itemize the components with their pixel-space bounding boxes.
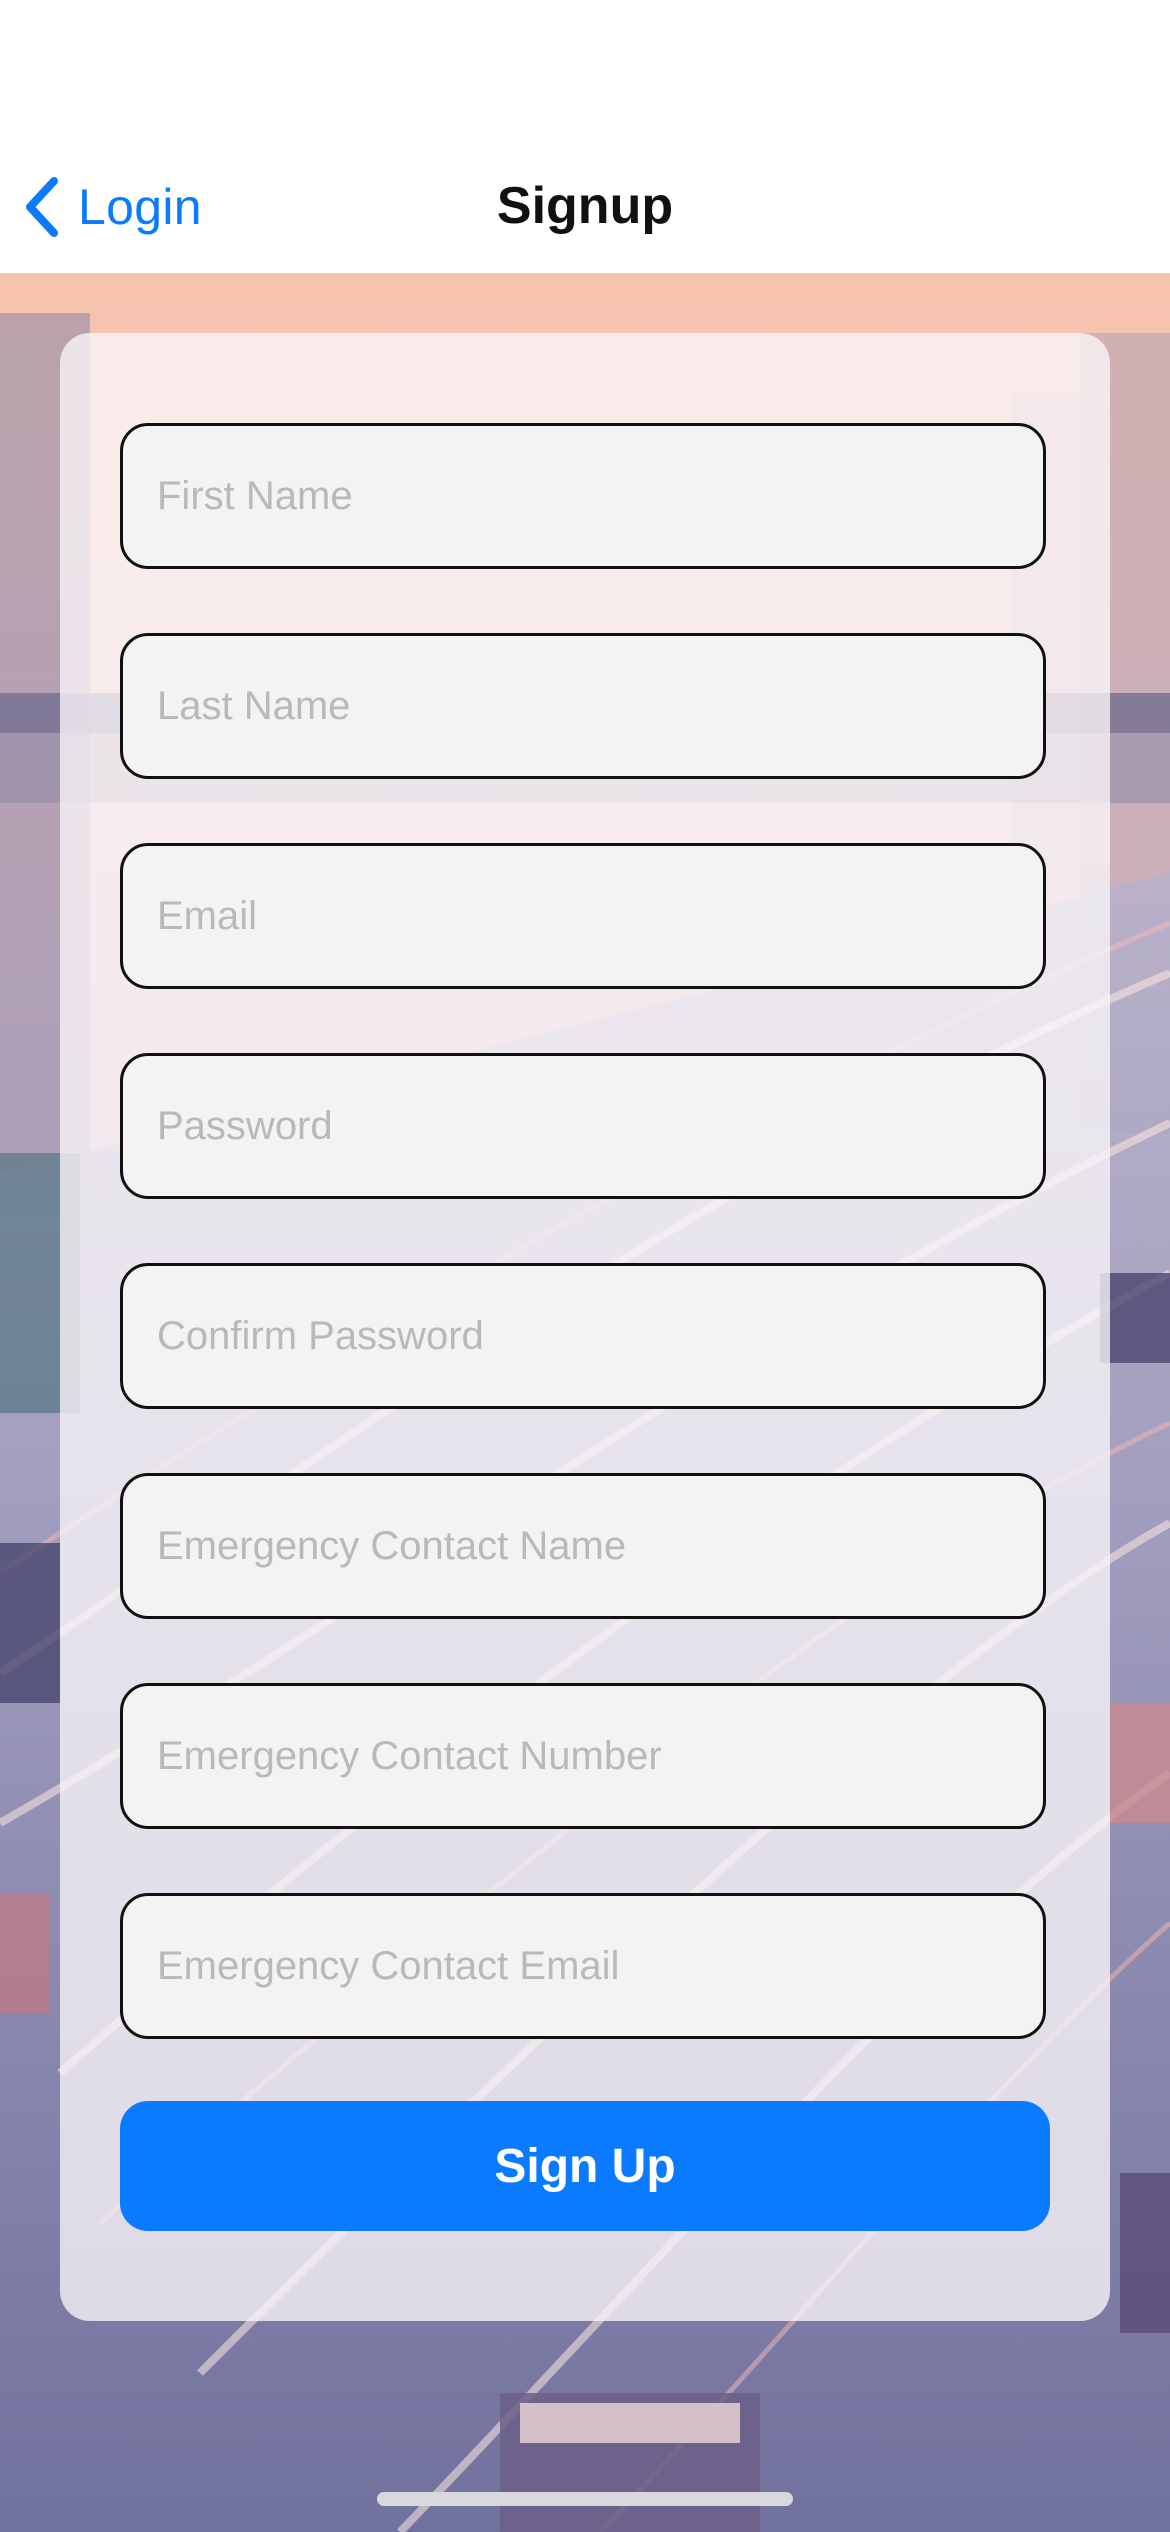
signup-form-card: Sign Up — [60, 333, 1110, 2321]
page-title: Signup — [496, 177, 674, 235]
first-name-input[interactable] — [155, 472, 1043, 520]
password-input[interactable] — [155, 1102, 1043, 1150]
email-input[interactable] — [155, 892, 1043, 940]
emergency-contact-name-field[interactable] — [120, 1473, 1046, 1619]
sign-up-button[interactable]: Sign Up — [120, 2101, 1050, 2231]
first-name-field[interactable] — [120, 423, 1046, 569]
emergency-contact-email-field[interactable] — [120, 1893, 1046, 2039]
last-name-field[interactable] — [120, 633, 1046, 779]
emergency-contact-number-input[interactable] — [155, 1732, 1043, 1780]
home-indicator[interactable] — [377, 2492, 793, 2506]
emergency-contact-email-input[interactable] — [155, 1942, 1043, 1990]
last-name-input[interactable] — [155, 682, 1043, 730]
signup-screen: Login Signup First Name Last Name Email … — [0, 0, 1170, 2532]
emergency-contact-number-field[interactable] — [120, 1683, 1046, 1829]
confirm-password-input[interactable] — [155, 1312, 1043, 1360]
confirm-password-field[interactable] — [120, 1263, 1046, 1409]
email-field[interactable] — [120, 843, 1046, 989]
navigation-bar: Login Signup — [0, 0, 1170, 273]
emergency-contact-name-input[interactable] — [155, 1522, 1043, 1570]
password-field[interactable] — [120, 1053, 1046, 1199]
